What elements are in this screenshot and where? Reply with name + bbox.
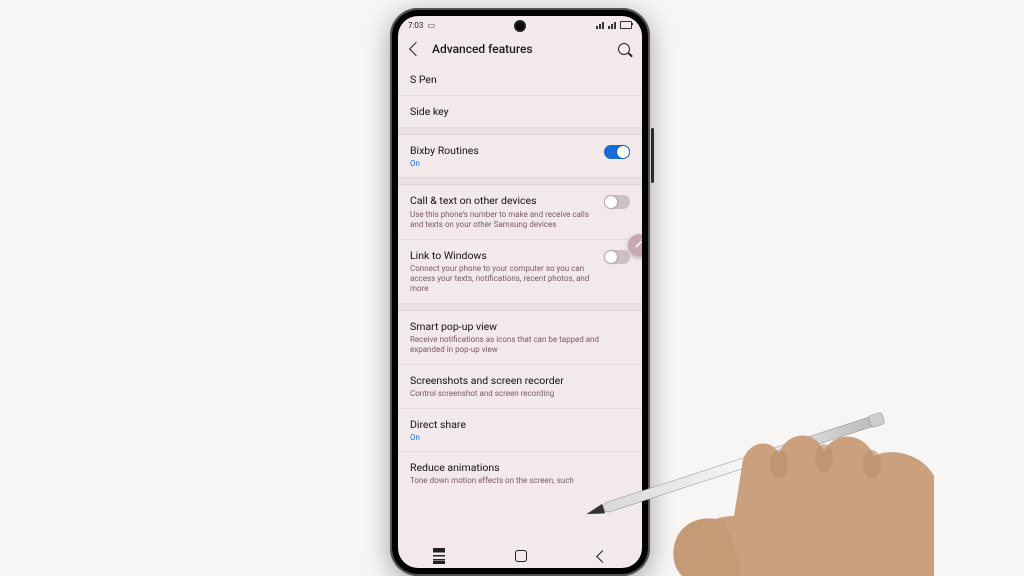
front-camera-hole (516, 22, 524, 30)
status-time: 7:03 (408, 21, 423, 30)
search-icon (618, 43, 630, 55)
section-divider (398, 304, 642, 311)
setting-label: Link to Windows (410, 249, 594, 262)
wifi-icon (608, 22, 616, 29)
navigation-bar (398, 544, 642, 568)
signal-icon (596, 22, 604, 29)
setting-description: Connect your phone to your computer so y… (410, 264, 594, 294)
setting-label: Direct share (410, 418, 630, 431)
pen-icon (634, 238, 643, 252)
section-divider (398, 128, 642, 135)
setting-label: Bixby Routines (410, 144, 594, 157)
search-button[interactable] (614, 39, 634, 59)
nav-home-button[interactable] (515, 550, 527, 562)
setting-description: Use this phone's number to make and rece… (410, 210, 594, 230)
setting-label: Smart pop-up view (410, 320, 630, 333)
setting-description: Control screenshot and screen recording (410, 389, 630, 399)
setting-smart-popup-view[interactable]: Smart pop-up view Receive notifications … (398, 311, 642, 365)
phone-frame: 7:03 ▭ Advanced features S Pen (390, 8, 650, 576)
setting-label: Screenshots and screen recorder (410, 374, 630, 387)
setting-screenshots-recorder[interactable]: Screenshots and screen recorder Control … (398, 365, 642, 409)
setting-label: Side key (410, 105, 630, 118)
battery-icon (620, 21, 632, 29)
section-divider (398, 178, 642, 185)
setting-link-to-windows[interactable]: Link to Windows Connect your phone to yo… (398, 240, 642, 304)
setting-description: Receive notifications as icons that can … (410, 335, 630, 355)
setting-label: Reduce animations (410, 461, 630, 474)
setting-call-text-other-devices[interactable]: Call & text on other devices Use this ph… (398, 185, 642, 239)
setting-description: Tone down motion effects on the screen, … (410, 476, 630, 486)
setting-label: S Pen (410, 73, 630, 86)
setting-direct-share[interactable]: Direct share On (398, 409, 642, 452)
setting-bixby-routines[interactable]: Bixby Routines On (398, 135, 642, 178)
toggle-call-text[interactable] (604, 195, 630, 209)
setting-side-key[interactable]: Side key (398, 96, 642, 128)
setting-status: On (410, 159, 594, 168)
toggle-bixby-routines[interactable] (604, 145, 630, 159)
nav-recents-button[interactable] (433, 551, 445, 561)
chevron-left-icon (409, 42, 423, 56)
phone-screen: 7:03 ▭ Advanced features S Pen (398, 16, 642, 568)
toggle-link-windows[interactable] (604, 250, 630, 264)
setting-reduce-animations[interactable]: Reduce animations Tone down motion effec… (398, 452, 642, 495)
back-button[interactable] (406, 39, 426, 59)
settings-list[interactable]: S Pen Side key Bixby Routines On Cal (398, 64, 642, 544)
setting-s-pen[interactable]: S Pen (398, 64, 642, 96)
page-title: Advanced features (432, 42, 608, 56)
nav-back-button[interactable] (596, 550, 609, 563)
setting-status: On (410, 433, 630, 442)
setting-label: Call & text on other devices (410, 194, 594, 207)
notification-icon: ▭ (427, 21, 435, 30)
page-header: Advanced features (398, 34, 642, 64)
